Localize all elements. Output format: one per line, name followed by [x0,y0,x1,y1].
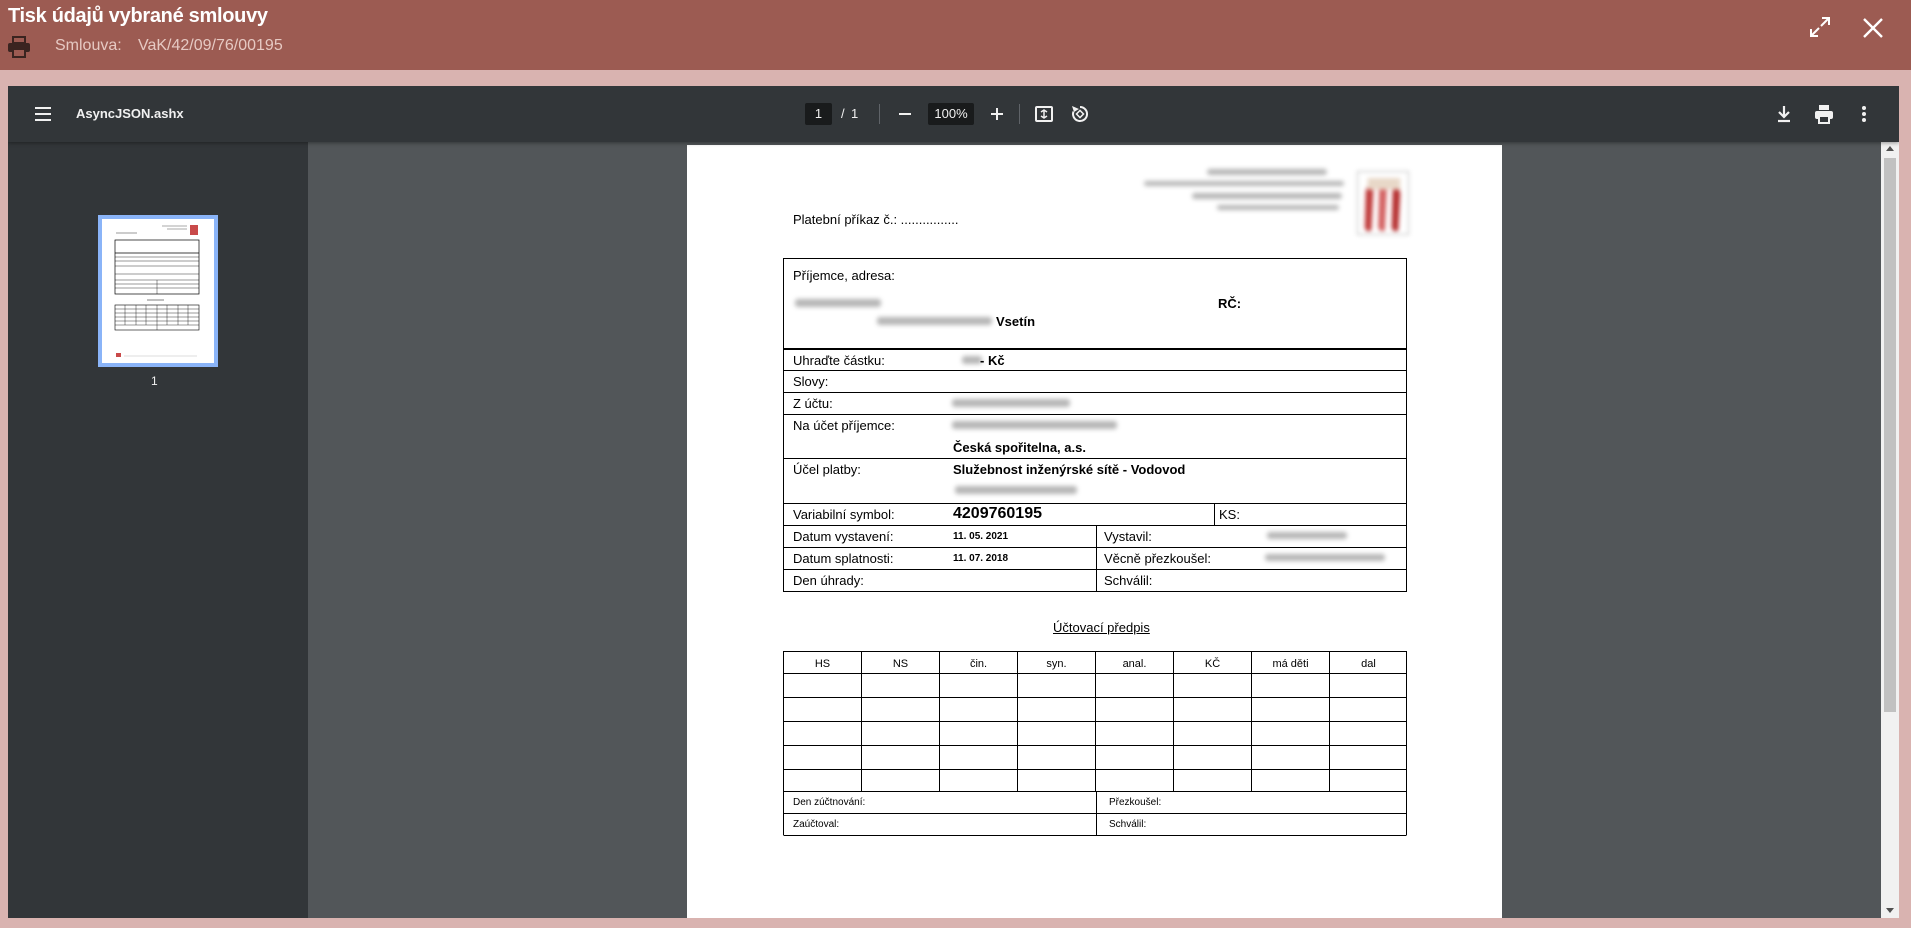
zoom-in-icon[interactable] [986,103,1008,125]
words-label: Slovy: [793,374,829,389]
redacted-text [952,399,1070,407]
form-divider [783,569,1407,570]
table-header-hs: HS [814,658,831,670]
issued-label: Datum vystavení: [793,529,894,544]
redacted-text [1265,554,1385,561]
form-divider [783,370,1407,371]
form-divider [783,392,1407,393]
approved2-label: Schválil: [1109,819,1147,830]
table-header-anal: anal. [1122,658,1147,670]
dialog-header: Tisk údajů vybrané smlouvy Smlouva: VaK/… [0,0,1911,70]
form-border [783,258,1407,259]
form-border [1406,258,1407,591]
due-date: 11. 07. 2018 [953,553,1009,564]
download-icon[interactable] [1773,103,1795,125]
scroll-up-arrow-icon[interactable] [1886,146,1894,151]
form-border [783,591,1407,592]
rotate-icon[interactable] [1069,103,1091,125]
form-divider [783,547,1407,548]
redacted-text [877,317,992,325]
form-divider [783,458,1407,459]
payment-purpose: Služebnost inženýrské sítě - Vodovod [953,462,1186,477]
posted-by-label: Zaúčtoval: [793,819,840,830]
recipient-city: Vsetín [996,314,1036,329]
pdf-toolbar: AsyncJSON.ashx 1 / 1 100% [8,86,1899,142]
zoom-input[interactable]: 100% [928,103,974,125]
to-account-label: Na účet příjemce: [793,418,895,433]
redacted-text [1267,532,1347,539]
form-divider [783,503,1407,504]
pdf-viewer: AsyncJSON.ashx 1 / 1 100% 1 Platební pří… [8,86,1899,918]
print-icon[interactable] [1813,103,1835,125]
page-thumbnail[interactable] [98,215,218,367]
page-separator: / [841,106,845,121]
table-header-ns: NS [892,658,909,670]
redacted-text [952,421,1117,429]
company-logo [1357,171,1409,235]
form-divider [1214,503,1215,525]
thumbnail-page-number: 1 [151,374,158,388]
redacted-text [962,356,982,364]
due-label: Datum splatnosti: [793,551,894,566]
checker-label: Věcně přezkoušel: [1104,551,1211,566]
table-header-syn: syn. [1046,658,1067,670]
redacted-text [955,486,1077,494]
form-divider [1096,525,1097,591]
redacted-text [1207,169,1327,175]
purpose-label: Účel platby: [793,462,861,477]
table-header-ma-deti: má děti [1272,658,1309,670]
toolbar-divider [879,104,880,124]
fit-page-icon[interactable] [1033,103,1055,125]
file-name: AsyncJSON.ashx [76,106,184,121]
printer-icon[interactable] [7,36,31,58]
menu-icon[interactable] [32,103,54,125]
form-divider [783,525,1407,526]
table-header-cin: čin. [969,658,988,670]
page-total: 1 [851,106,859,121]
redacted-text [1144,181,1344,186]
posting-date-label: Den zúčtnování: [793,797,866,808]
form-border [783,258,784,591]
variable-symbol: 4209760195 [953,505,1042,522]
document-page: Platební příkaz č.: ................ Pří… [687,145,1502,918]
accounting-table [782,651,1409,846]
redacted-text [1192,193,1342,199]
maximize-icon[interactable] [1808,15,1832,39]
rc-label: RČ: [1218,296,1242,311]
vertical-scrollbar[interactable] [1881,142,1899,918]
issued-date: 11. 05. 2021 [953,531,1009,542]
contract-value: VaK/42/09/76/00195 [138,37,283,54]
more-options-icon[interactable] [1853,103,1875,125]
ks-label: KS: [1219,507,1240,522]
amount-currency: - Kč [980,353,1005,368]
scroll-down-arrow-icon[interactable] [1886,908,1894,913]
thumbnail-sidebar: 1 [8,142,308,918]
payment-order-number: Platební příkaz č.: ................ [793,212,959,227]
payday-label: Den úhrady: [793,573,864,588]
table-header-dal: dal [1361,658,1376,670]
close-icon[interactable] [1860,15,1886,41]
amount-label: Uhraďte částku: [793,353,885,368]
redacted-text [1217,205,1339,210]
redacted-text [795,299,881,307]
toolbar-divider [1019,104,1020,124]
recipient-label: Příjemce, adresa: [793,268,895,283]
reviewer-label: Přezkoušel: [1109,797,1162,808]
from-account-label: Z účtu: [793,396,833,411]
scrollbar-thumb[interactable] [1884,158,1896,712]
dialog-title: Tisk údajů vybrané smlouvy [8,5,268,27]
zoom-out-icon[interactable] [894,103,916,125]
form-divider [783,414,1407,415]
bank-name: Česká spořitelna, a.s. [953,440,1086,455]
issuer-label: Vystavil: [1104,529,1152,544]
contract-label: Smlouva: [55,37,122,54]
table-header-kc: KČ [1204,658,1221,670]
thumbnail-preview [102,219,214,363]
form-divider [783,348,1407,350]
approved-label: Schválil: [1104,573,1153,588]
vs-label: Variabilní symbol: [793,507,895,522]
accounting-title: Účtovací předpis [1053,620,1150,635]
page-number-input[interactable]: 1 [805,103,832,125]
